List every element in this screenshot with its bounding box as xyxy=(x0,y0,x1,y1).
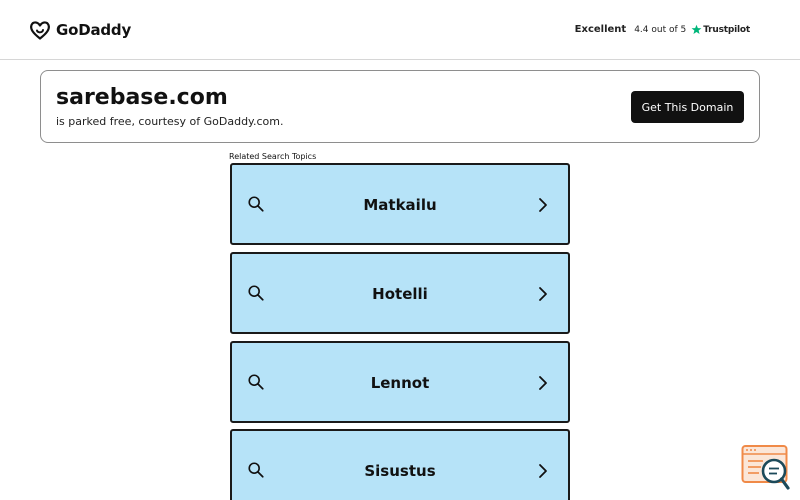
chevron-right-icon xyxy=(539,198,547,212)
rating-label: Excellent xyxy=(574,24,627,35)
topic-label: Sisustus xyxy=(364,462,436,480)
domain-name: sarebase.com xyxy=(56,85,228,110)
related-topics-heading: Related Search Topics xyxy=(229,152,317,161)
chevron-right-icon xyxy=(539,464,547,478)
trustpilot-rating[interactable]: Excellent 4.4 out of 5 Trustpilot xyxy=(574,24,751,35)
domain-card: sarebase.com is parked free, courtesy of… xyxy=(40,70,760,143)
chevron-right-icon xyxy=(539,287,547,301)
topic-link-hotelli[interactable]: Hotelli xyxy=(230,252,570,334)
godaddy-logo-icon xyxy=(30,21,50,40)
godaddy-logo[interactable]: GoDaddy xyxy=(29,18,131,42)
topic-link-sisustus[interactable]: Sisustus xyxy=(230,429,570,500)
rating-score: 4.4 out of 5 xyxy=(634,24,687,35)
logo-text: GoDaddy xyxy=(56,21,132,39)
parked-notice: is parked free, courtesy of GoDaddy.com. xyxy=(56,115,284,128)
site-header: GoDaddy Excellent 4.4 out of 5 Trustpilo… xyxy=(0,0,800,60)
topic-link-lennot[interactable]: Lennot xyxy=(230,341,570,423)
get-this-domain-button[interactable]: Get This Domain xyxy=(631,91,744,123)
trustpilot-brand: Trustpilot xyxy=(703,24,750,35)
topic-label: Hotelli xyxy=(372,285,428,303)
topic-label: Lennot xyxy=(370,374,430,392)
trustpilot-star-icon xyxy=(691,24,702,35)
chat-search-widget-icon[interactable] xyxy=(741,444,791,492)
topic-link-matkailu[interactable]: Matkailu xyxy=(230,163,570,245)
topic-label: Matkailu xyxy=(363,196,437,214)
chevron-right-icon xyxy=(539,376,547,390)
